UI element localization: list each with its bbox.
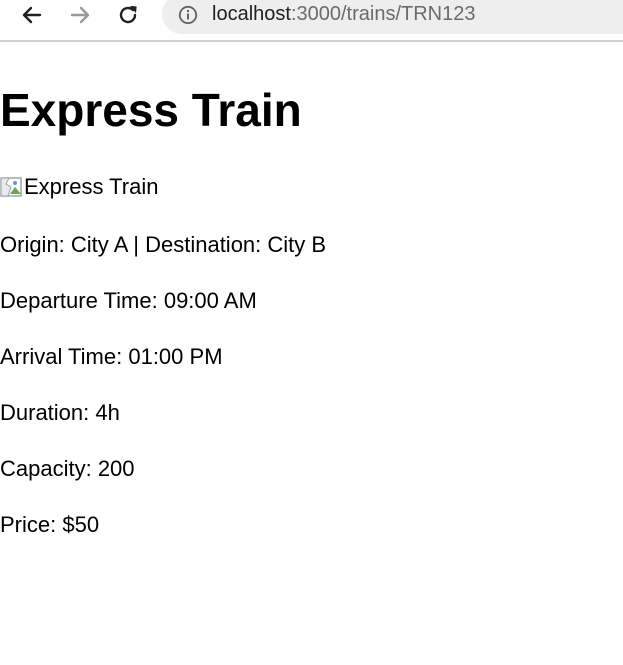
train-image: Express Train (0, 174, 159, 200)
browser-toolbar: localhost:3000/trains/TRN123 (0, 0, 623, 42)
url-host: localhost (212, 3, 291, 25)
capacity: Capacity: 200 (0, 456, 135, 481)
back-button[interactable] (14, 0, 50, 30)
arrow-right-icon (70, 6, 90, 24)
duration: Duration: 4h (0, 400, 120, 425)
url-path: :3000/trains/TRN123 (290, 3, 476, 25)
forward-button[interactable] (62, 0, 98, 30)
url-text[interactable]: localhost:3000/trains/TRN123 (212, 3, 475, 25)
broken-image-icon (0, 177, 22, 197)
address-bar[interactable]: localhost:3000/trains/TRN123 (162, 0, 623, 34)
info-icon[interactable] (178, 5, 198, 25)
price: Price: $50 (0, 512, 100, 537)
page-title: Express Train (0, 84, 302, 136)
reload-button[interactable] (110, 0, 146, 30)
departure-time: Departure Time: 09:00 AM (0, 288, 257, 313)
route-detail: Origin: City A | Destination: City B (0, 232, 327, 257)
arrival-time: Arrival Time: 01:00 PM (0, 344, 223, 369)
image-alt-text: Express Train (24, 174, 159, 199)
arrow-left-icon (22, 6, 42, 24)
reload-icon (119, 5, 137, 24)
